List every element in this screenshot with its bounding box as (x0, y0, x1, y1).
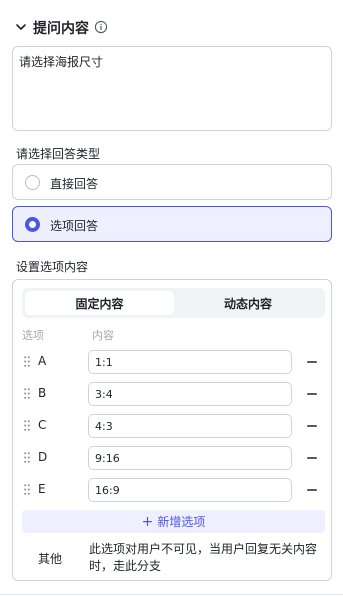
option-key: B (38, 386, 47, 400)
option-content-input[interactable]: 1:1 (88, 350, 292, 374)
radio-label: 直接回答 (50, 177, 99, 191)
option-row: A 1:1 (13, 350, 333, 374)
drag-handle-icon[interactable] (24, 356, 30, 367)
option-content-input[interactable]: 9:16 (88, 446, 292, 470)
remove-option-icon[interactable] (307, 425, 317, 427)
drag-handle-icon[interactable] (24, 484, 30, 495)
options-config-label: 设置选项内容 (16, 260, 89, 274)
divider (0, 594, 343, 595)
content-mode-segmented: 固定内容 动态内容 (22, 288, 325, 318)
options-panel: 固定内容 动态内容 选项 内容 A 1:1 B 3:4 C 4:3 D 9:16… (12, 279, 332, 581)
remove-option-icon[interactable] (307, 457, 317, 459)
prompt-textarea[interactable]: 请选择海报尺寸 (12, 46, 332, 131)
add-option-button[interactable]: + 新增选项 (22, 510, 325, 533)
answer-type-label: 请选择回答类型 (16, 147, 101, 161)
plus-icon: + (141, 513, 154, 530)
remove-option-icon[interactable] (307, 393, 317, 395)
option-key: D (38, 450, 48, 464)
section-title: 提问内容 (33, 21, 89, 37)
radio-button[interactable] (25, 175, 40, 190)
tab-fixed-content[interactable]: 固定内容 (25, 291, 174, 315)
column-header-option: 选项 (22, 329, 44, 342)
drag-handle-icon[interactable] (24, 388, 30, 399)
radio-button-selected[interactable] (25, 217, 40, 232)
radio-option-choice-answer[interactable]: 选项回答 (12, 206, 332, 242)
option-row: E 16:9 (13, 478, 333, 502)
option-key: C (38, 418, 47, 432)
chevron-down-icon[interactable] (14, 20, 28, 34)
option-key: E (38, 482, 46, 496)
option-row: B 3:4 (13, 382, 333, 406)
radio-label: 选项回答 (50, 219, 99, 233)
other-option-label: 其他 (38, 552, 63, 566)
option-content-input[interactable]: 16:9 (88, 478, 292, 502)
tab-dynamic-content[interactable]: 动态内容 (174, 291, 322, 315)
option-content-input[interactable]: 4:3 (88, 414, 292, 438)
add-option-label: 新增选项 (157, 515, 206, 529)
other-option-description: 此选项对用户不可见，当用户回复无关内容时，走此分支 (89, 542, 318, 573)
info-icon[interactable] (94, 20, 108, 34)
remove-option-icon[interactable] (307, 361, 317, 363)
option-content-input[interactable]: 3:4 (88, 382, 292, 406)
remove-option-icon[interactable] (307, 489, 317, 491)
section-header[interactable]: 提问内容 (0, 14, 343, 42)
option-row: D 9:16 (13, 446, 333, 470)
column-header-content: 内容 (92, 329, 114, 342)
option-key: A (38, 354, 47, 368)
drag-handle-icon[interactable] (24, 420, 30, 431)
option-row: C 4:3 (13, 414, 333, 438)
drag-handle-icon[interactable] (24, 452, 30, 463)
radio-option-direct-answer[interactable]: 直接回答 (12, 164, 332, 200)
